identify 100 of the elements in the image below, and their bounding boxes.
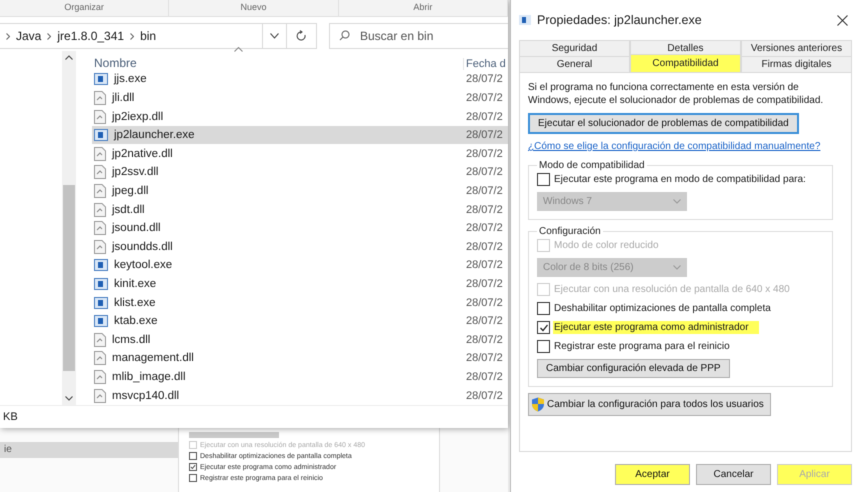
tab[interactable]: General [519,56,630,72]
address-bar[interactable]: Java jre1.8.0_341 bin [0,23,263,49]
checkbox-label: Ejecutar este programa como administrador [553,321,759,334]
file-row[interactable]: mlib_image.dll 28/07/2 [92,368,508,386]
dialog-button[interactable]: Aceptar [615,464,690,485]
file-date: 28/07/2 [465,184,504,197]
chevron-down-icon [673,199,681,204]
file-icon [94,370,106,384]
file-row[interactable]: keytool.exe 28/07/2 [92,256,508,275]
file-date: 28/07/2 [465,371,504,384]
file-row[interactable]: jp2launcher.exe 28/07/2 [92,126,508,144]
file-date: 28/07/2 [465,222,504,234]
program-icon [94,278,108,290]
checkbox[interactable] [537,173,550,186]
file-icon [94,184,106,198]
file-date: 28/07/2 [465,315,504,328]
chevron-right-icon [130,32,134,40]
breadcrumb-item[interactable]: jre1.8.0_341 [57,29,124,43]
scrollbar-thumb[interactable] [63,185,75,371]
tab[interactable]: Seguridad [519,40,630,56]
tab[interactable]: Compatibilidad [630,54,741,72]
file-row[interactable]: jp2native.dll 28/07/2 [92,144,508,164]
checkbox[interactable] [537,321,550,334]
file-row[interactable]: jsdt.dll 28/07/2 [92,200,508,219]
file-row[interactable]: jp2ssv.dll 28/07/2 [92,163,508,182]
file-row[interactable]: msvcp140.dll 28/07/2 [92,386,508,405]
checkbox-label: Ejecutar este programa en modo de compatibilidad para: [553,173,807,186]
ribbon-label[interactable]: Organizar [0,0,170,16]
intro-text: Si el programa no funciona correctamente en esta versión de Windows, ejecute el solucionador de problemas de compatibilidad. [528,81,824,107]
column-header[interactable]: Nombre [92,56,463,70]
checkbox[interactable] [537,302,550,315]
file-name: jsdt.dll [112,204,145,216]
program-icon [94,259,108,272]
checkbox-label: Deshabilitar optimizaciones de pantalla completa [553,302,772,315]
file-date: 28/07/2 [465,334,504,346]
refresh-button[interactable] [287,23,317,49]
file-icon [94,110,106,124]
chevron-right-icon [6,32,10,40]
file-row[interactable]: jli.dll 28/07/2 [92,88,508,108]
file-date: 28/07/2 [465,148,504,160]
program-icon [94,129,108,142]
checkbox-label: Modo de color reducido [553,239,660,252]
search-field[interactable]: Buscar en bin [329,23,508,49]
file-icon [94,388,106,403]
file-date: 28/07/2 [465,110,504,123]
troubleshooter-button[interactable]: Ejecutar el solucionador de problemas de compatibilidad [528,113,799,134]
window-icon [519,15,531,25]
breadcrumb-item[interactable]: bin [140,29,156,43]
column-header[interactable]: Fecha d [463,58,508,70]
file-icon [94,221,106,236]
file-row[interactable]: jsound.dll 28/07/2 [92,218,508,238]
sort-caret-icon [234,47,243,52]
tab[interactable]: Versiones anteriores [741,40,852,56]
ppp-settings-button[interactable]: Cambiar configuración elevada de PPP [537,359,730,378]
program-icon [94,296,108,309]
file-name: mlib_image.dll [112,371,186,384]
file-row[interactable]: ktab.exe 28/07/2 [92,312,508,331]
ribbon-label[interactable]: Nuevo [169,0,339,16]
chevron-down-icon [270,33,279,39]
file-name: keytool.exe [114,259,172,272]
dialog-button[interactable]: Cancelar [696,464,771,485]
file-date: 28/07/2 [465,278,504,290]
file-name: klist.exe [114,296,156,309]
file-date: 28/07/2 [465,204,504,216]
file-icon [94,332,106,347]
file-row[interactable]: jpeg.dll 28/07/2 [92,182,508,200]
file-date: 28/07/2 [465,259,504,272]
ribbon-label[interactable]: Abrir [338,0,508,16]
file-icon [94,146,106,161]
file-row[interactable]: jp2iexp.dll 28/07/2 [92,107,508,126]
file-row[interactable]: lcms.dll 28/07/2 [92,330,508,350]
status-text: KB [3,411,18,423]
scroll-down-icon [65,396,73,401]
checkbox-label: Registrar este programa para el reinicio [553,340,731,353]
scrollbar[interactable] [62,51,76,405]
file-name: lcms.dll [112,334,150,346]
chevron-right-icon [47,32,52,40]
file-name: msvcp140.dll [112,390,180,402]
file-row[interactable]: klist.exe 28/07/2 [92,293,508,312]
program-icon [94,73,108,86]
all-users-button[interactable]: Cambiar la configuración para todos los usuarios [528,393,771,416]
file-date: 28/07/2 [465,240,504,253]
file-row[interactable]: management.dll 28/07/2 [92,349,508,368]
checkbox[interactable] [537,340,550,353]
file-date: 28/07/2 [465,352,504,364]
file-name: jp2launcher.exe [114,129,195,142]
file-date: 28/07/2 [465,166,504,178]
help-link[interactable]: ¿Cómo se elige la configuración de compatibilidad manualmente? [528,140,820,154]
breadcrumb-item[interactable]: Java [16,29,42,43]
tab[interactable]: Firmas digitales [741,56,852,72]
file-row[interactable]: jsoundds.dll 28/07/2 [92,237,508,256]
file-row[interactable]: jjs.exe 28/07/2 [92,70,508,89]
file-icon [94,90,106,105]
file-name: jli.dll [112,92,134,104]
file-date: 28/07/2 [465,92,504,104]
file-name: jp2ssv.dll [112,166,158,178]
group-title: Modo de compatibilidad [538,160,646,171]
nav-item[interactable]: ie [0,442,178,458]
file-name: jsound.dll [112,222,161,234]
file-row[interactable]: kinit.exe 28/07/2 [92,274,508,294]
